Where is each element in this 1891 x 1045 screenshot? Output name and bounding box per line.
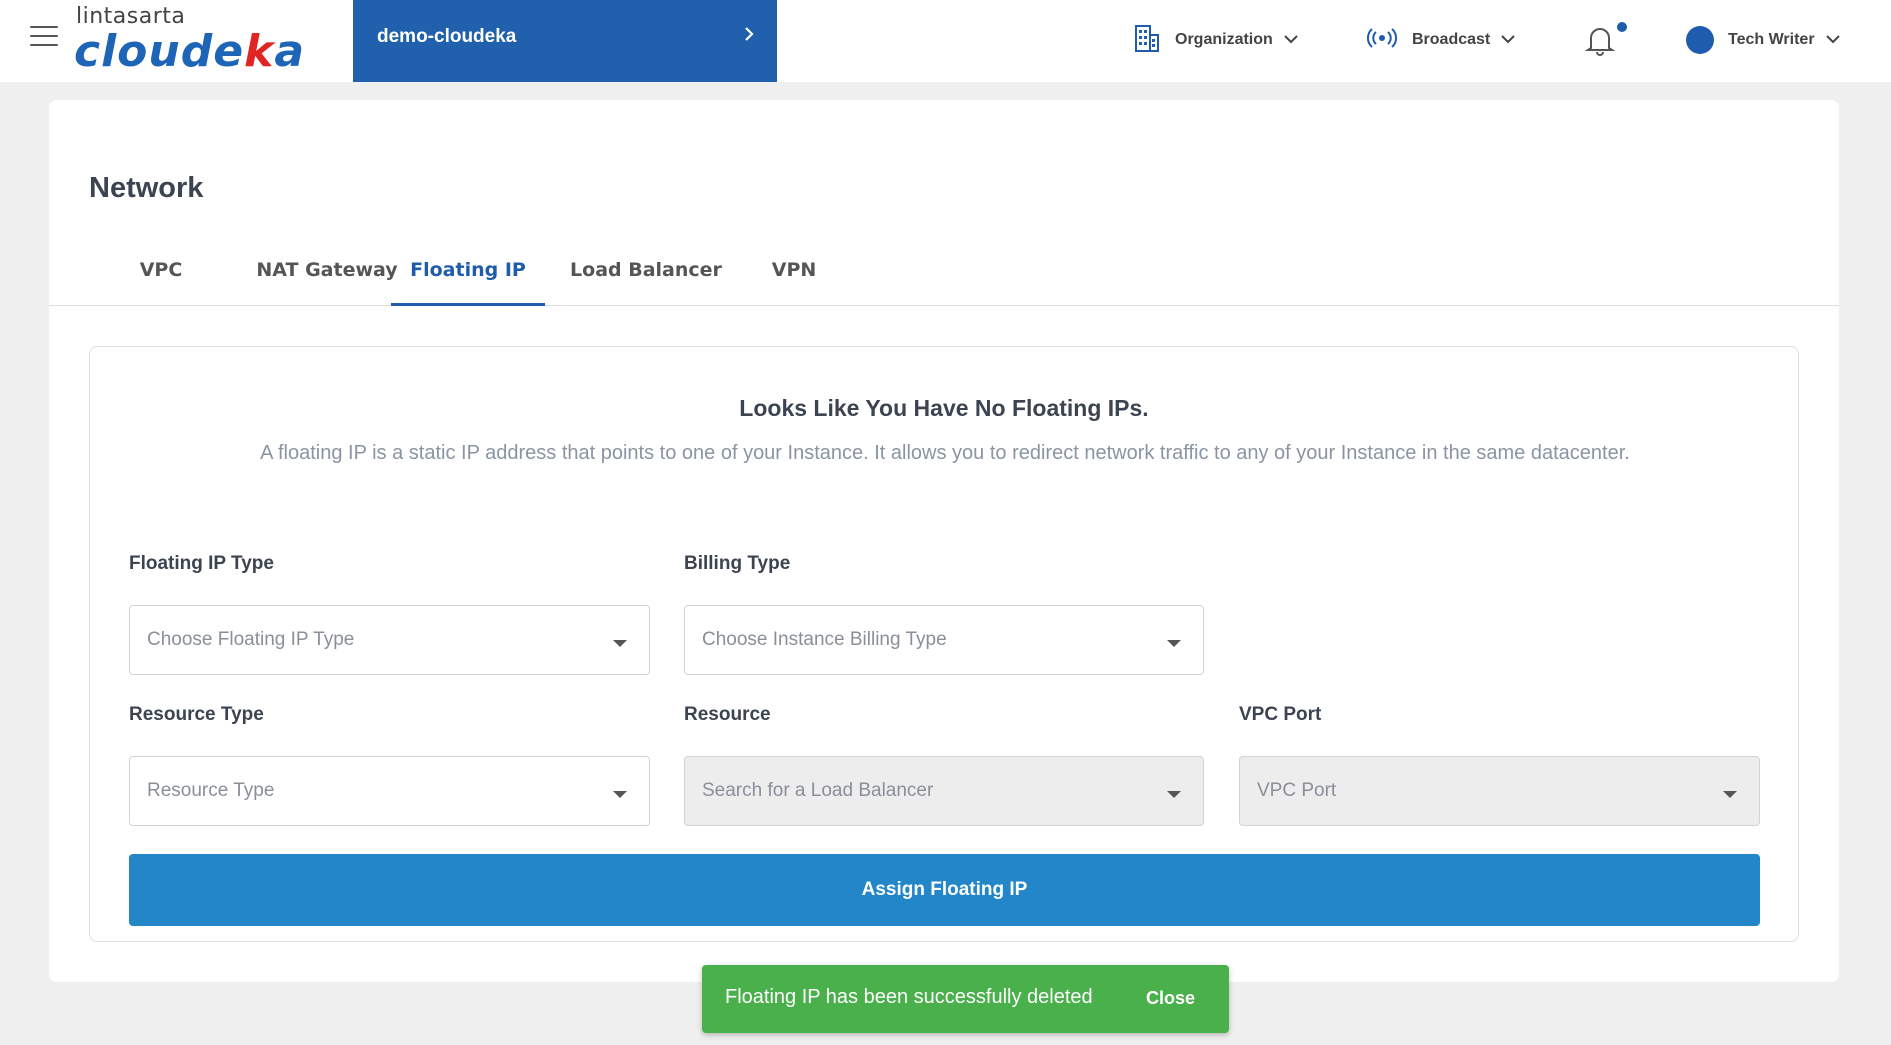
vpc-port-select[interactable]: VPC Port [1239,756,1760,826]
resource-label: Resource [684,704,771,725]
caret-down-icon [1723,791,1737,798]
success-toast: Floating IP has been successfully delete… [702,965,1229,1033]
floating-ip-type-select[interactable]: Choose Floating IP Type [129,605,650,675]
resource-select[interactable]: Search for a Load Balancer [684,756,1204,826]
tab-vpn[interactable]: VPN [749,248,839,306]
chevron-down-icon [1500,31,1516,49]
notification-badge [1617,22,1627,32]
chevron-down-icon [1283,31,1299,49]
chevron-right-icon [743,22,757,53]
network-tabs: VPC NAT Gateway Floating IP Load Balance… [49,248,1839,306]
resource-type-select[interactable]: Resource Type [129,756,650,826]
broadcast-menu[interactable]: Broadcast [1366,20,1516,60]
network-card: Network VPC NAT Gateway Floating IP Load… [49,100,1839,982]
assign-floating-ip-button[interactable]: Assign Floating IP [129,854,1760,926]
floating-ip-panel: Looks Like You Have No Floating IPs. A f… [89,346,1799,942]
page-title: Network [89,172,204,204]
toast-message: Floating IP has been successfully delete… [725,986,1093,1008]
organization-label: Organization [1175,31,1273,48]
user-name: Tech Writer [1728,31,1815,48]
user-menu[interactable]: Tech Writer [1686,20,1841,60]
organization-menu[interactable]: Organization [1133,20,1299,60]
caret-down-icon [613,640,627,647]
caret-down-icon [1167,640,1181,647]
broadcast-icon [1366,26,1398,55]
avatar [1686,26,1714,54]
caret-down-icon [1167,791,1181,798]
tab-load-balancer[interactable]: Load Balancer [559,248,733,306]
building-icon [1133,23,1161,58]
chevron-down-icon [1825,31,1841,49]
empty-state-description: A floating IP is a static IP address tha… [260,442,1630,464]
floating-ip-type-label: Floating IP Type [129,553,274,574]
toast-close-button[interactable]: Close [1146,988,1195,1009]
menu-icon[interactable] [30,26,58,48]
tab-floating-ip[interactable]: Floating IP [391,248,545,306]
vpc-port-label: VPC Port [1239,704,1322,725]
bell-icon[interactable] [1580,20,1620,60]
empty-state-title: Looks Like You Have No Floating IPs. [739,395,1149,421]
resource-type-label: Resource Type [129,704,264,725]
logo-main-text: cloudeka [74,26,306,77]
tab-vpc[interactable]: VPC [109,248,213,306]
caret-down-icon [613,791,627,798]
project-name: demo-cloudeka [377,26,517,47]
top-header: lintasarta cloudeka demo-cloudeka Organi… [0,0,1891,82]
resource-type-placeholder: Resource Type [147,780,275,801]
project-selector[interactable]: demo-cloudeka [353,0,777,82]
billing-type-label: Billing Type [684,553,791,574]
billing-type-placeholder: Choose Instance Billing Type [702,629,947,650]
floating-ip-type-placeholder: Choose Floating IP Type [147,629,355,650]
cloudeka-logo[interactable]: lintasarta cloudeka [74,2,304,80]
resource-placeholder: Search for a Load Balancer [702,780,934,801]
vpc-port-placeholder: VPC Port [1257,780,1337,801]
broadcast-label: Broadcast [1412,31,1491,48]
billing-type-select[interactable]: Choose Instance Billing Type [684,605,1204,675]
